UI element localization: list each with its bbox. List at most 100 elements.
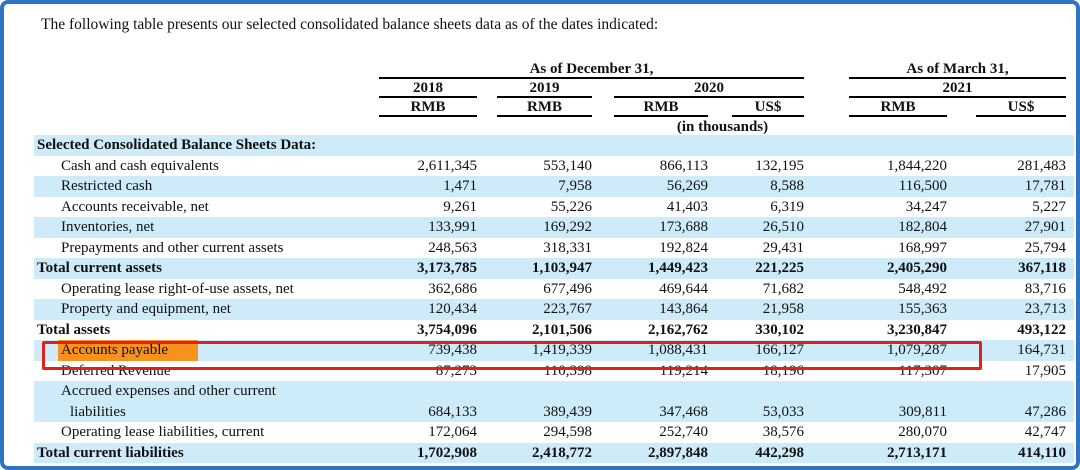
cell-value: 117,307 bbox=[849, 361, 947, 382]
cell-value: 26,510 bbox=[732, 217, 804, 238]
cell-value: 2,162,762 bbox=[614, 320, 708, 341]
cell-value: 23,713 bbox=[976, 299, 1066, 320]
cell-value: 42,747 bbox=[976, 422, 1066, 443]
cell-value: 248,563 bbox=[379, 238, 477, 259]
row-label: Restricted cash bbox=[34, 176, 379, 197]
table-row: Accounts payable739,4381,419,3391,088,43… bbox=[34, 340, 1074, 361]
row-label: Cash and cash equivalents bbox=[34, 156, 379, 177]
unit-header-rmb-2019: RMB bbox=[497, 98, 592, 117]
cell-value: 38,576 bbox=[732, 422, 804, 443]
table-body: Selected Consolidated Balance Sheets Dat… bbox=[34, 135, 1074, 463]
intro-text: The following table presents our selecte… bbox=[41, 14, 1076, 35]
cell-value: 155,363 bbox=[849, 299, 947, 320]
cell-value: 3,173,785 bbox=[379, 258, 477, 279]
table-row: Operating lease right-of-use assets, net… bbox=[34, 279, 1074, 300]
table-row: Deferred Revenue87,273110,398119,21418,1… bbox=[34, 361, 1074, 382]
cell-value: 442,298 bbox=[732, 443, 804, 464]
cell-value: 173,688 bbox=[614, 217, 708, 238]
cell-value: 548,492 bbox=[849, 279, 947, 300]
cell-value: 1,844,220 bbox=[849, 156, 947, 177]
cell-value: 182,804 bbox=[849, 217, 947, 238]
cell-value: 362,686 bbox=[379, 279, 477, 300]
cell-value: 1,702,908 bbox=[379, 443, 477, 464]
cell-value: 55,226 bbox=[497, 197, 592, 218]
cell-value: 2,713,171 bbox=[849, 443, 947, 464]
cell-value: 223,767 bbox=[497, 299, 592, 320]
cell-value: 169,292 bbox=[497, 217, 592, 238]
cell-value: 677,496 bbox=[497, 279, 592, 300]
cell-value: 309,811 bbox=[849, 402, 947, 423]
cell-value: 221,225 bbox=[732, 258, 804, 279]
unit-header-rmb-2020: RMB bbox=[614, 98, 708, 117]
row-label: Accounts receivable, net bbox=[34, 197, 379, 218]
cell-value: 172,064 bbox=[379, 422, 477, 443]
unit-header-usd-2020: US$ bbox=[732, 98, 804, 117]
cell-value: 6,319 bbox=[732, 197, 804, 218]
table-row: Property and equipment, net120,434 223,76… bbox=[34, 299, 1074, 320]
table-row: Restricted cash1,4717,95856,2698,588116,… bbox=[34, 176, 1074, 197]
cell-value: 3,230,847 bbox=[849, 320, 947, 341]
document-frame: The following table presents our selecte… bbox=[0, 0, 1080, 470]
cell-value: 469,644 bbox=[614, 279, 708, 300]
cell-value: 414,110 bbox=[976, 443, 1066, 464]
table-row: Inventories, net133,991169,292173,68826,… bbox=[34, 217, 1074, 238]
cell-value: 389,439 bbox=[497, 402, 592, 423]
cell-value: 166,127 bbox=[732, 340, 804, 361]
cell-value: 7,958 bbox=[497, 176, 592, 197]
cell-value: 119,214 bbox=[614, 361, 708, 382]
table-row: Operating lease liabilities, current172,… bbox=[34, 422, 1074, 443]
cell-value: 168,997 bbox=[849, 238, 947, 259]
cell-value: 2,611,345 bbox=[379, 156, 477, 177]
cell-value: 281,483 bbox=[976, 156, 1066, 177]
cell-value: 8,588 bbox=[732, 176, 804, 197]
cell-value: 116,500 bbox=[849, 176, 947, 197]
unit-header-rmb-2021: RMB bbox=[849, 98, 947, 117]
cell-value: 2,101,506 bbox=[497, 320, 592, 341]
cell-value: 47,286 bbox=[976, 402, 1066, 423]
cell-value: 133,991 bbox=[379, 217, 477, 238]
cell-value: 110,398 bbox=[497, 361, 592, 382]
cell-value: 29,431 bbox=[732, 238, 804, 259]
cell-value: 493,122 bbox=[976, 320, 1066, 341]
cell-value: 1,079,287 bbox=[849, 340, 947, 361]
cell-value: 17,781 bbox=[976, 176, 1066, 197]
cell-value: 294,598 bbox=[497, 422, 592, 443]
cell-value: 53,033 bbox=[732, 402, 804, 423]
cell-value: 132,195 bbox=[732, 156, 804, 177]
units-note: (in thousands) bbox=[379, 117, 1066, 135]
cell-value: 21,958 bbox=[732, 299, 804, 320]
cell-value: 739,438 bbox=[379, 340, 477, 361]
cell-value: 367,118 bbox=[976, 258, 1066, 279]
unit-header-usd-2021: US$ bbox=[976, 98, 1066, 117]
row-label: Prepayments and other current assets bbox=[34, 238, 379, 259]
table-row: Selected Consolidated Balance Sheets Dat… bbox=[34, 135, 1074, 156]
row-label: Operating lease right-of-use assets, net bbox=[34, 279, 379, 300]
cell-value: 83,716 bbox=[976, 279, 1066, 300]
table-row: Accounts receivable, net9,26155,22641,40… bbox=[34, 197, 1074, 218]
year-header-2018: 2018 bbox=[379, 79, 477, 98]
row-label: Deferred Revenue bbox=[34, 361, 379, 382]
cell-value: 318,331 bbox=[497, 238, 592, 259]
cell-value: 347,468 bbox=[614, 402, 708, 423]
cell-value: 41,403 bbox=[614, 197, 708, 218]
table-row: Prepayments and other current assets248,… bbox=[34, 238, 1074, 259]
cell-value: 27,901 bbox=[976, 217, 1066, 238]
cell-value: 18,196 bbox=[732, 361, 804, 382]
row-label: Total current assets bbox=[34, 258, 379, 279]
cell-value: 866,113 bbox=[614, 156, 708, 177]
row-label: Accounts payable bbox=[34, 340, 379, 361]
year-header-2020: 2020 bbox=[614, 79, 804, 98]
cell-value: 2,897,848 bbox=[614, 443, 708, 464]
row-label: Property and equipment, net bbox=[34, 299, 379, 320]
table-row: Accrued expenses and other currentliabil… bbox=[34, 381, 1074, 422]
table-row: Cash and cash equivalents2,611,345553,14… bbox=[34, 156, 1074, 177]
cell-value: 5,227 bbox=[976, 197, 1066, 218]
cell-value: 56,269 bbox=[614, 176, 708, 197]
cell-value: 120,434 bbox=[379, 299, 477, 320]
year-header-2021: 2021 bbox=[849, 79, 1066, 98]
cell-value: 1,449,423 bbox=[614, 258, 708, 279]
cell-value: 1,103,947 bbox=[497, 258, 592, 279]
cell-value: 2,418,772 bbox=[497, 443, 592, 464]
cell-value: 17,905 bbox=[976, 361, 1066, 382]
col-group-march: As of March 31, bbox=[849, 60, 1066, 79]
